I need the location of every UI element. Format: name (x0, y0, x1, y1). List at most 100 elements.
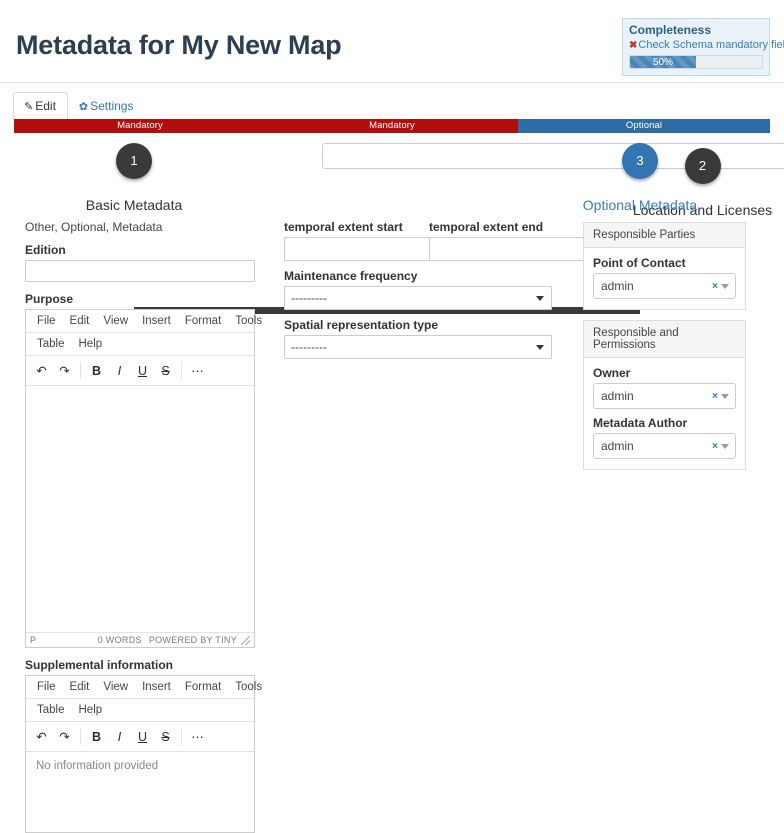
menu-format[interactable]: Format (178, 313, 228, 329)
menu-tools[interactable]: Tools (228, 313, 269, 329)
menu-insert[interactable]: Insert (135, 313, 178, 329)
error-x-icon: ✖ (629, 40, 638, 51)
menu-view[interactable]: View (96, 313, 135, 329)
wizard-step-3-label: Optional Metadata (582, 197, 698, 213)
responsible-parties-body: Point of Contact admin × (584, 248, 745, 309)
spatial-representation-type-select[interactable]: --------- (284, 335, 552, 359)
responsible-and-permissions-body: Owner admin × Metadata Author admin × (584, 358, 745, 469)
underline-icon[interactable]: U (131, 726, 154, 747)
temporal-extent-row: temporal extent start temporal extent en… (284, 220, 608, 261)
temporal-extent-end-label: temporal extent end (429, 220, 544, 234)
more-icon[interactable]: ⋯ (186, 726, 209, 747)
point-of-contact-label: Point of Contact (593, 256, 686, 270)
owner-label: Owner (593, 366, 631, 380)
purpose-editor-toolbar: ↶ ↷ B I U S ⋯ (26, 356, 254, 386)
wizard-step-1-circle[interactable]: 1 (116, 143, 152, 179)
chevron-down-icon (721, 284, 729, 289)
bold-icon[interactable]: B (85, 726, 108, 747)
clear-icon[interactable]: × (712, 278, 718, 295)
responsible-and-permissions-header: Responsible and Permissions (584, 321, 745, 358)
chevron-down-icon (721, 444, 729, 449)
edition-label: Edition (25, 243, 66, 257)
menu-insert[interactable]: Insert (135, 679, 178, 695)
strikethrough-icon[interactable]: S (154, 726, 177, 747)
menu-table[interactable]: Table (30, 336, 72, 352)
owner-select[interactable]: admin × (593, 383, 736, 409)
check-schema-link[interactable]: ✖Check Schema mandatory fields (629, 39, 784, 52)
toolbar-divider (181, 362, 182, 379)
wizard-step-3[interactable]: 3 Optional Metadata (575, 143, 705, 213)
toolbar-divider (181, 728, 182, 745)
italic-icon[interactable]: I (108, 360, 131, 381)
undo-icon[interactable]: ↶ (30, 360, 53, 381)
menu-file[interactable]: File (30, 679, 63, 695)
left-form-column: Other, Optional, Metadata Edition Purpos… (25, 220, 262, 833)
banner-segment-optional: Optional (518, 119, 770, 133)
more-icon[interactable]: ⋯ (186, 360, 209, 381)
supplemental-editor-content[interactable]: No information provided (26, 752, 254, 832)
temporal-extent-start-input[interactable] (284, 237, 450, 261)
toolbar-divider (80, 728, 81, 745)
underline-icon[interactable]: U (131, 360, 154, 381)
clear-icon[interactable]: × (712, 388, 718, 405)
metadata-author-select[interactable]: admin × (593, 433, 736, 459)
wizard-step-1-label: Basic Metadata (85, 197, 183, 213)
status-element-path: P (30, 635, 37, 645)
menu-file[interactable]: File (30, 313, 63, 329)
wizard-step-2[interactable]: 2 Location and Licenses (322, 143, 784, 218)
banner-segment-mandatory-1: Mandatory (14, 119, 266, 133)
menu-tools[interactable]: Tools (228, 679, 269, 695)
edition-input[interactable] (25, 260, 255, 282)
page-title: Metadata for My New Map (16, 30, 342, 60)
purpose-editor-statusbar: P 0 WORDS POWERED BY TINY (26, 632, 254, 647)
maintenance-frequency-select[interactable]: --------- (284, 286, 552, 310)
menu-format[interactable]: Format (178, 679, 228, 695)
middle-form-column: temporal extent start temporal extent en… (284, 220, 608, 359)
undo-icon[interactable]: ↶ (30, 726, 53, 747)
menu-view[interactable]: View (96, 679, 135, 695)
status-brand: POWERED BY TINY (148, 635, 237, 645)
purpose-editor-menubar-row1: File Edit View Insert Format Tools (26, 310, 262, 333)
menu-help[interactable]: Help (72, 336, 110, 352)
italic-icon[interactable]: I (108, 726, 131, 747)
redo-icon[interactable]: ↷ (53, 360, 76, 381)
tab-edit-label: Edit (35, 99, 56, 113)
clear-icon[interactable]: × (712, 438, 718, 455)
gear-icon: ✿ (78, 101, 89, 113)
spatial-representation-type-label: Spatial representation type (284, 318, 439, 332)
menu-table[interactable]: Table (30, 702, 72, 718)
toolbar-divider (80, 362, 81, 379)
wizard-stepper: 1 Basic Metadata 2 Location and Licenses… (0, 143, 784, 314)
purpose-label: Purpose (25, 292, 74, 306)
wizard-step-3-circle[interactable]: 3 (622, 143, 658, 179)
tab-settings[interactable]: ✿ Settings (68, 92, 146, 122)
responsible-parties-panel: Responsible Parties Point of Contact adm… (583, 222, 746, 310)
temporal-extent-end-input[interactable] (429, 237, 595, 261)
status-word-count: 0 WORDS (97, 635, 142, 645)
wizard-step-1[interactable]: 1 Basic Metadata (69, 143, 199, 213)
spatial-representation-type-value: --------- (291, 340, 327, 354)
tab-edit[interactable]: ✎ Edit (13, 92, 68, 122)
completeness-progress-bar: 50% (629, 55, 763, 69)
check-schema-link-label: Check Schema mandatory fields (638, 39, 784, 51)
metadata-author-label: Metadata Author (593, 416, 688, 430)
maintenance-frequency-value: --------- (291, 291, 327, 305)
chevron-down-icon (536, 345, 544, 350)
completeness-title: Completeness (629, 23, 712, 37)
strikethrough-icon[interactable]: S (154, 360, 177, 381)
menu-edit[interactable]: Edit (63, 313, 97, 329)
supplemental-information-editor: File Edit View Insert Format Tools Table… (25, 675, 262, 833)
tab-bar: ✎ Edit ✿ Settings (13, 92, 145, 122)
responsible-parties-header: Responsible Parties (584, 223, 745, 248)
menu-edit[interactable]: Edit (63, 679, 97, 695)
purpose-editor-content[interactable] (26, 386, 254, 632)
temporal-extent-start-label: temporal extent start (284, 220, 403, 234)
owner-value: admin (601, 389, 634, 403)
editor-resize-handle[interactable] (241, 635, 250, 645)
point-of-contact-select[interactable]: admin × (593, 273, 736, 299)
bold-icon[interactable]: B (85, 360, 108, 381)
redo-icon[interactable]: ↷ (53, 726, 76, 747)
menu-help[interactable]: Help (72, 702, 110, 718)
supplemental-editor-toolbar: ↶ ↷ B I U S ⋯ (26, 722, 254, 752)
purpose-editor: File Edit View Insert Format Tools Table… (25, 309, 262, 648)
